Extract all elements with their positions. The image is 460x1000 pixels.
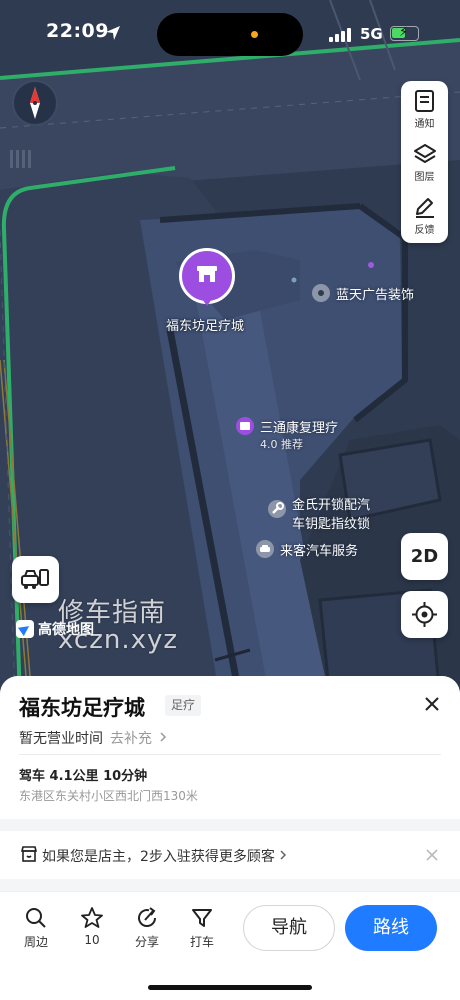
chevron-right-icon	[160, 732, 167, 742]
share-icon	[138, 907, 157, 927]
poi-label: 蓝天广告装饰	[336, 288, 415, 303]
layers-button[interactable]: 图层	[401, 136, 448, 188]
poi-label: 来客汽车服务	[280, 544, 359, 559]
taxi-label: 打车	[189, 935, 214, 949]
category-tag: 足疗	[165, 695, 202, 716]
poi-label-line2: 车钥匙指纹锁	[292, 517, 371, 532]
poi-rating: 4.0 推荐	[260, 438, 303, 451]
place-summary: 福东坊足疗城 足疗 暂无营业时间 去补充 驾车 4.1公里 10分钟 东港区东关…	[0, 676, 460, 819]
status-time: 22:09	[46, 20, 109, 42]
selected-pin-label: 福东坊足疗城	[166, 319, 245, 334]
share-button[interactable]: 分享	[127, 906, 167, 950]
feedback-edit-icon	[415, 198, 434, 218]
layers-label: 图层	[414, 172, 435, 183]
owner-claim-text: 如果您是店主，2步入驻获得更多顾客	[42, 846, 288, 866]
watermark-line2: xczn.xyz	[58, 625, 179, 655]
nearby-label: 周边	[23, 935, 48, 949]
favorite-button[interactable]: 10	[72, 906, 112, 947]
car-mode-button[interactable]	[12, 556, 59, 603]
dismiss-banner-icon[interactable]	[424, 847, 440, 863]
crosshair-locate-icon	[412, 602, 437, 627]
feedback-label: 反馈	[414, 225, 435, 236]
chevron-right-icon	[280, 850, 286, 860]
store-icon	[20, 846, 38, 862]
spa-icon	[236, 417, 254, 435]
add-hours-label: 去补充	[110, 731, 152, 747]
car-service-icon	[256, 540, 274, 558]
poi-jinshi[interactable]: 金氏开锁配汽 车钥匙指纹锁	[268, 494, 370, 532]
drive-distance-time: 驾车 4.1公里 10分钟	[19, 769, 148, 784]
place-dot-icon	[312, 284, 330, 302]
place-detail-sheet: 福东坊足疗城 足疗 暂无营业时间 去补充 驾车 4.1公里 10分钟 东港区东关…	[0, 676, 460, 1000]
owner-claim-label: 如果您是店主，2步入驻获得更多顾客	[42, 849, 275, 865]
poi-lantian[interactable]: 蓝天广告装饰	[312, 284, 414, 303]
section-gap	[0, 879, 460, 891]
view-mode-2d-button[interactable]: 2D	[401, 533, 448, 580]
divider	[19, 754, 441, 755]
locate-me-button[interactable]	[401, 591, 448, 638]
taxi-button[interactable]: 打车	[182, 906, 222, 950]
poi-santong[interactable]: 三通康复理疗 4.0 推荐	[236, 417, 338, 452]
hail-taxi-icon	[192, 909, 212, 927]
compass-button[interactable]	[12, 80, 58, 126]
search-icon	[26, 908, 46, 928]
home-indicator	[148, 985, 312, 990]
share-label: 分享	[134, 935, 159, 949]
dynamic-island	[157, 13, 303, 56]
wrench-icon	[268, 500, 286, 518]
navigate-button[interactable]: 导航	[243, 905, 335, 951]
poi-label-line1: 金氏开锁配汽	[292, 498, 371, 513]
privacy-indicator-dot	[251, 31, 258, 38]
selected-place-pin[interactable]	[179, 248, 237, 310]
watermark: 修车指南 xczn.xyz	[58, 600, 178, 654]
notification-label: 通知	[414, 119, 435, 130]
car-phone-icon	[21, 569, 49, 589]
status-bar: 22:09 5G ⚡	[0, 0, 460, 68]
notification-icon	[414, 90, 434, 112]
star-icon	[81, 907, 103, 928]
close-sheet-button[interactable]	[420, 692, 444, 716]
place-name: 福东坊足疗城	[19, 696, 145, 720]
owner-claim-banner[interactable]: 如果您是店主，2步入驻获得更多顾客	[0, 831, 460, 879]
nearby-button[interactable]: 周边	[16, 906, 56, 950]
watermark-line1: 修车指南	[58, 598, 167, 628]
feedback-button[interactable]: 反馈	[401, 189, 448, 241]
add-hours-link[interactable]: 去补充	[110, 728, 168, 748]
spa-shop-icon	[197, 266, 217, 282]
route-button[interactable]: 路线	[345, 905, 437, 951]
bottom-action-bar: 周边 10 分享 打车 导航 路线	[0, 891, 460, 1000]
section-gap	[0, 819, 460, 831]
favorite-count: 10	[84, 933, 100, 947]
network-type: 5G	[360, 25, 383, 43]
layers-icon	[413, 144, 436, 163]
battery-charging-icon: ⚡	[390, 25, 419, 41]
poi-label: 三通康复理疗	[260, 421, 339, 436]
close-icon	[425, 697, 439, 711]
business-hours: 暂无营业时间	[19, 731, 103, 747]
location-arrow-icon	[106, 26, 120, 40]
map-view[interactable]: 22:09 5G ⚡ 通知 图层 反馈 福东坊足疗城 蓝天广告装饰 三通康复理疗…	[0, 0, 460, 700]
amap-logo-icon	[16, 620, 34, 638]
compass-icon	[30, 87, 40, 119]
map-tool-panel: 通知 图层 反馈	[401, 81, 448, 243]
notification-button[interactable]: 通知	[401, 83, 448, 135]
place-address: 东港区东关村小区西北门西130米	[19, 789, 198, 803]
poi-laike[interactable]: 来客汽车服务	[256, 540, 358, 559]
cellular-signal-icon	[329, 28, 351, 42]
map-base-layer	[0, 0, 460, 700]
